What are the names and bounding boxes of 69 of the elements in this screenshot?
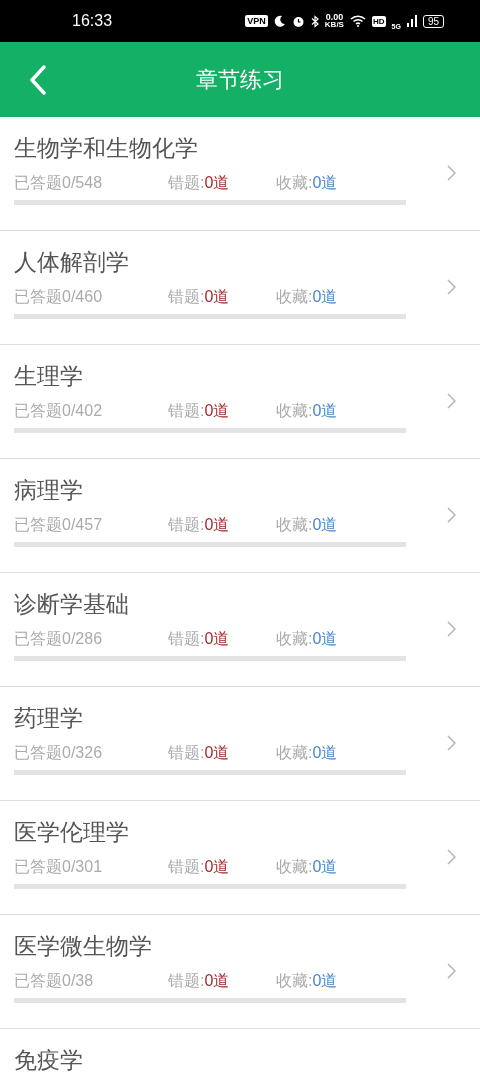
chevron-right-icon [447, 165, 456, 181]
chapter-title[interactable]: 免疫学 [14, 1045, 83, 1072]
answered-count: 已答题0/402 [14, 401, 104, 421]
answered-count: 已答题0/548 [14, 173, 104, 193]
wifi-icon [349, 15, 366, 27]
favorite-label: 收藏: [276, 629, 313, 649]
wrong-label: 错题: [168, 401, 205, 421]
answered-count: 已答题0/457 [14, 515, 104, 535]
chevron-right-icon [447, 621, 456, 637]
chapter-title[interactable]: 医学伦理学 [14, 817, 129, 847]
chapter-title[interactable]: 生理学 [14, 361, 83, 391]
favorite-count: 0道 [312, 971, 338, 991]
answered-count: 已答题0/301 [14, 857, 104, 877]
clock: 16:33 [72, 11, 113, 31]
favorite-count: 0道 [312, 401, 338, 421]
wrong-count: 0道 [204, 857, 230, 877]
chevron-right-icon [447, 279, 456, 295]
favorite-label: 收藏: [276, 515, 313, 535]
chevron-right-icon [447, 963, 456, 979]
bluetooth-icon [310, 14, 319, 28]
favorite-count: 0道 [312, 287, 338, 307]
wrong-label: 错题: [168, 743, 205, 763]
chapter-title[interactable]: 诊断学基础 [14, 589, 129, 619]
wrong-label: 错题: [168, 629, 205, 649]
back-icon [29, 65, 47, 95]
answered-count: 已答题0/286 [14, 629, 104, 649]
wrong-label: 错题: [168, 971, 205, 991]
favorite-label: 收藏: [276, 173, 313, 193]
favorite-label: 收藏: [276, 743, 313, 763]
moon-icon [273, 15, 286, 27]
favorite-label: 收藏: [276, 287, 313, 307]
chapter-title[interactable]: 医学微生物学 [14, 931, 152, 961]
signal-icon [406, 15, 417, 27]
battery-icon: 95 [422, 14, 444, 28]
chapter-title[interactable]: 生物学和生物化学 [14, 133, 198, 163]
favorite-label: 收藏: [276, 971, 313, 991]
wrong-count: 0道 [204, 971, 230, 991]
chapter-title[interactable]: 人体解剖学 [14, 247, 129, 277]
wrong-count: 0道 [204, 743, 230, 763]
hd-badge: HD [371, 15, 386, 27]
wrong-count: 0道 [204, 287, 230, 307]
answered-count: 已答题0/38 [14, 971, 95, 991]
wrong-count: 0道 [204, 515, 230, 535]
favorite-count: 0道 [312, 515, 338, 535]
vpn-badge: VPN [245, 15, 268, 27]
favorite-label: 收藏: [276, 401, 313, 421]
wrong-count: 0道 [204, 401, 230, 421]
speed-unit: KB/S [324, 21, 344, 29]
wrong-count: 0道 [204, 629, 230, 649]
chapter-title[interactable]: 病理学 [14, 475, 83, 505]
answered-count: 已答题0/326 [14, 743, 104, 763]
chevron-right-icon [447, 393, 456, 409]
wrong-label: 错题: [168, 287, 205, 307]
page-title: 章节练习 [196, 66, 284, 94]
wrong-label: 错题: [168, 857, 205, 877]
favorite-count: 0道 [312, 743, 338, 763]
network-speed: 0.00 [325, 13, 344, 21]
favorite-count: 0道 [312, 857, 338, 877]
answered-count: 已答题0/460 [14, 287, 104, 307]
chevron-right-icon [447, 735, 456, 751]
favorite-label: 收藏: [276, 857, 313, 877]
favorite-count: 0道 [312, 629, 338, 649]
favorite-count: 0道 [312, 173, 338, 193]
chevron-right-icon [447, 507, 456, 523]
chapter-title[interactable]: 药理学 [14, 703, 83, 733]
chevron-right-icon [447, 849, 456, 865]
wrong-label: 错题: [168, 173, 205, 193]
wrong-label: 错题: [168, 515, 205, 535]
wrong-count: 0道 [204, 173, 230, 193]
